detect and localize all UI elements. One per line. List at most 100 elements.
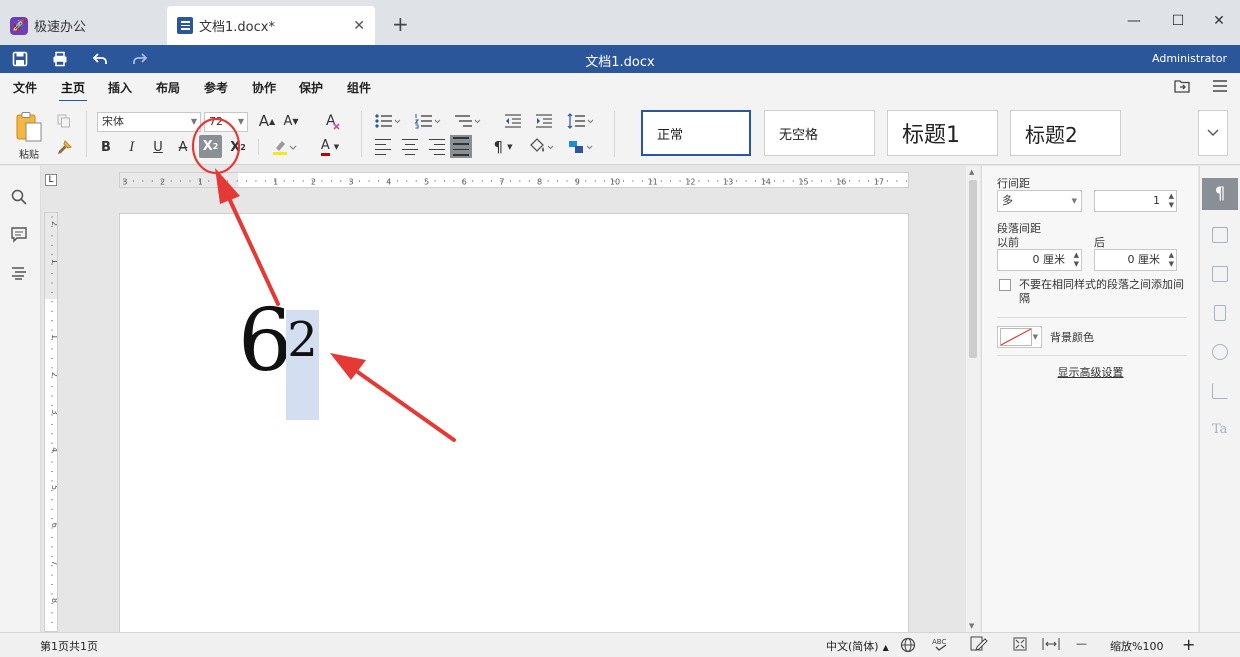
- stepper-icon[interactable]: ▲ ▼: [1169, 192, 1174, 210]
- open-location-icon[interactable]: [1174, 79, 1190, 96]
- menu-file[interactable]: 文件: [13, 79, 37, 96]
- text-art-icon[interactable]: Ta: [1212, 422, 1228, 438]
- menu-insert[interactable]: 插入: [108, 79, 132, 96]
- font-color-button[interactable]: A ▼: [316, 137, 344, 157]
- stepper-icon[interactable]: ▲ ▼: [1169, 251, 1174, 269]
- document-text[interactable]: 6 2: [238, 298, 319, 420]
- numbered-list-icon[interactable]: [413, 111, 443, 131]
- shrink-font-button[interactable]: A ▼: [281, 111, 301, 131]
- window-title: 文档1.docx: [585, 55, 655, 70]
- chevron-up-icon: ▲: [882, 643, 889, 652]
- zoom-out-button[interactable]: —: [1076, 637, 1087, 650]
- zoom-in-button[interactable]: +: [1182, 635, 1195, 654]
- horizontal-ruler[interactable]: 3 2 1 1 2 3 4 5 6 7 8 9 10 11 12 13 14 15 16 17: [119, 172, 909, 188]
- paragraph-settings-tab[interactable]: ¶: [1202, 178, 1238, 210]
- shading-icon[interactable]: [527, 137, 557, 157]
- justify-icon[interactable]: [450, 135, 472, 158]
- multilevel-list-icon[interactable]: [453, 111, 483, 131]
- close-tab-icon[interactable]: ✕: [353, 18, 365, 34]
- align-left-icon[interactable]: [375, 137, 393, 157]
- chevron-down-icon: ▼: [507, 143, 513, 151]
- fit-width-icon[interactable]: [1042, 636, 1060, 655]
- spacing-after-input[interactable]: 0 厘米 ▲ ▼: [1094, 249, 1177, 271]
- spellcheck-icon[interactable]: ABC: [932, 636, 950, 655]
- italic-button[interactable]: I: [123, 137, 141, 157]
- increase-indent-icon[interactable]: [534, 111, 554, 131]
- document-page[interactable]: 6 2: [119, 213, 909, 633]
- style-heading1[interactable]: 标题1: [887, 110, 998, 156]
- table-settings-icon[interactable]: [1212, 227, 1228, 243]
- styles-expand-button[interactable]: [1198, 110, 1228, 156]
- background-color-picker[interactable]: ▼: [997, 326, 1042, 348]
- subscript-button[interactable]: X2: [227, 137, 249, 157]
- strikethrough-button[interactable]: A: [174, 137, 192, 157]
- search-icon[interactable]: [10, 188, 30, 208]
- line-spacing-value-input[interactable]: 1 ▲ ▼: [1094, 190, 1177, 212]
- track-changes-icon[interactable]: [970, 636, 988, 655]
- show-advanced-settings-link[interactable]: 显示高级设置: [982, 364, 1199, 380]
- menu-plugins[interactable]: 组件: [347, 79, 371, 96]
- image-settings-icon[interactable]: [1212, 266, 1228, 282]
- decrease-indent-icon[interactable]: [503, 111, 523, 131]
- paragraph-marks-button[interactable]: ¶ ▼: [488, 137, 518, 157]
- globe-icon[interactable]: [900, 637, 916, 656]
- line-spacing-mode-select[interactable]: 多 ▼: [997, 190, 1082, 212]
- chart-settings-icon[interactable]: [1212, 383, 1228, 399]
- menu-collaborate[interactable]: 协作: [252, 79, 276, 96]
- spacing-before-input[interactable]: 0 厘米 ▲ ▼: [997, 249, 1082, 271]
- shape-settings-icon[interactable]: [1212, 344, 1228, 360]
- borders-icon[interactable]: [566, 137, 596, 157]
- menu-protect[interactable]: 保护: [299, 79, 323, 96]
- copy-icon[interactable]: [55, 112, 73, 130]
- tab-document[interactable]: 文档1.docx* ✕: [167, 6, 375, 45]
- menu-home[interactable]: 主页: [58, 79, 88, 102]
- fit-page-icon[interactable]: [1012, 636, 1028, 655]
- style-heading2[interactable]: 标题2: [1010, 110, 1121, 156]
- right-icon-strip: ¶ Ta: [1199, 166, 1240, 632]
- style-no-spacing[interactable]: 无空格: [764, 110, 875, 156]
- close-window-button[interactable]: ✕: [1209, 13, 1229, 29]
- header-footer-icon[interactable]: [1214, 305, 1226, 321]
- align-center-icon[interactable]: [401, 137, 419, 157]
- base-number[interactable]: 6: [238, 291, 293, 391]
- font-name-select[interactable]: 宋体 ▼: [97, 112, 201, 132]
- minimize-button[interactable]: —: [1124, 13, 1144, 29]
- ruler-label: 12: [685, 178, 695, 187]
- scrollbar-thumb[interactable]: [969, 180, 977, 358]
- grow-font-button[interactable]: A ▲: [257, 111, 277, 131]
- align-right-icon[interactable]: [427, 137, 445, 157]
- line-spacing-value: 1: [1153, 194, 1160, 207]
- new-tab-button[interactable]: +: [392, 12, 409, 36]
- superscript-number-selected[interactable]: 2: [286, 310, 319, 420]
- chevron-down-icon: ▼: [1032, 333, 1038, 341]
- font-size-select[interactable]: 72 ▼: [204, 112, 248, 132]
- underline-button[interactable]: U: [149, 137, 167, 157]
- menu-layout[interactable]: 布局: [156, 79, 180, 96]
- scroll-down-icon[interactable]: ▼: [969, 622, 974, 630]
- maximize-button[interactable]: ☐: [1168, 13, 1188, 29]
- navigation-icon[interactable]: [10, 264, 30, 284]
- tab-app-home[interactable]: 🚀 极速办公: [0, 6, 160, 45]
- highlight-color-button[interactable]: [270, 137, 298, 157]
- status-bar: 第1页共1页 中文(简体) ▲ ABC — 缩放%100 +: [0, 632, 1240, 657]
- no-space-same-style-checkbox[interactable]: [999, 279, 1011, 291]
- line-spacing-icon[interactable]: [566, 111, 596, 131]
- clear-format-icon[interactable]: A: [324, 110, 344, 132]
- menu-references[interactable]: 参考: [204, 79, 228, 96]
- format-painter-icon[interactable]: [55, 139, 73, 157]
- superscript-button[interactable]: X2: [199, 135, 222, 158]
- scroll-up-icon[interactable]: ▲: [969, 168, 974, 176]
- comment-icon[interactable]: [10, 226, 30, 246]
- vertical-ruler[interactable]: 2 1 1 2 3 4 5 6 7 8: [44, 212, 58, 632]
- bullet-list-icon[interactable]: [373, 111, 403, 131]
- vertical-scrollbar[interactable]: ▲ ▼: [966, 166, 980, 632]
- svg-text:A: A: [326, 113, 336, 129]
- language-selector[interactable]: 中文(简体) ▲: [826, 638, 889, 654]
- ruler-label: 2: [311, 178, 316, 187]
- tab-stop-selector[interactable]: L: [45, 174, 57, 186]
- stepper-icon[interactable]: ▲ ▼: [1074, 251, 1079, 269]
- style-normal[interactable]: 正常: [641, 110, 751, 156]
- bold-button[interactable]: B: [97, 137, 115, 157]
- hamburger-menu-icon[interactable]: [1212, 79, 1228, 96]
- paste-icon[interactable]: [14, 111, 44, 143]
